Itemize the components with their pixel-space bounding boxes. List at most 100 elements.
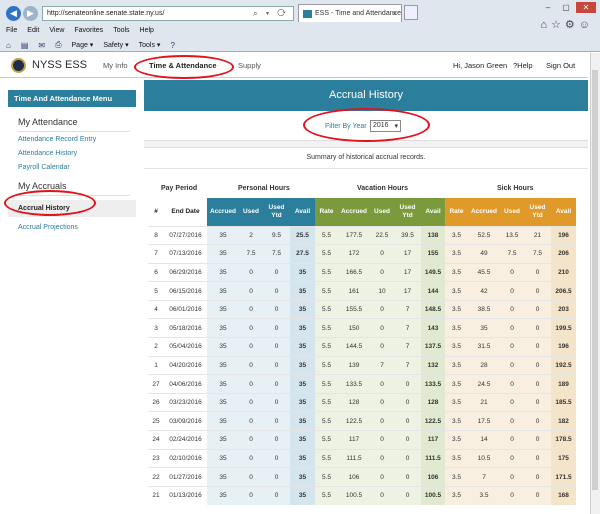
table-cell: 5.5: [315, 281, 338, 301]
table-header-row: # End Date Accrued Used Used Ytd Avail Rate Acc…: [148, 198, 576, 226]
table-cell: 0: [394, 485, 421, 505]
table-cell: 172: [338, 244, 370, 264]
table-cell: 0: [524, 355, 551, 375]
table-cell: 01/13/2016: [164, 485, 207, 505]
table-cell: 3.5: [445, 392, 468, 412]
annotation-ellipse-nav: [134, 55, 234, 79]
browser-tab[interactable]: ESS - Time and Attendance ×: [298, 4, 402, 22]
cmd-safety[interactable]: Safety ▾: [103, 41, 128, 49]
cmd-tools[interactable]: Tools ▾: [139, 41, 161, 49]
table-cell: 100.5: [338, 485, 370, 505]
table-cell: 0: [524, 262, 551, 282]
table-cell: 100.5: [421, 485, 445, 505]
sidebar-item-attendance-record-entry[interactable]: Attendance Record Entry: [18, 136, 136, 143]
table-cell: 21: [468, 392, 500, 412]
table-cell: 22.5: [370, 225, 394, 245]
mail-icon[interactable]: ✉: [38, 41, 45, 50]
tab-close-icon[interactable]: ×: [392, 9, 397, 18]
feeds-icon[interactable]: ▤: [21, 41, 29, 50]
table-cell: 133.5: [421, 374, 445, 394]
table-cell: 22: [148, 467, 164, 487]
menu-tools[interactable]: Tools: [113, 27, 129, 34]
help-link[interactable]: ?Help: [513, 61, 533, 70]
column-header: Used: [239, 198, 263, 226]
table-cell: 3: [148, 318, 164, 338]
table-cell: 35: [290, 485, 315, 505]
table-cell: 0: [239, 485, 263, 505]
forward-arrow-icon[interactable]: ▶: [23, 6, 38, 21]
close-window-icon[interactable]: ✕: [576, 2, 596, 13]
table-cell: 0: [263, 374, 290, 394]
back-arrow-icon[interactable]: ◀: [6, 6, 21, 21]
sidebar-item-attendance-history[interactable]: Attendance History: [18, 150, 136, 157]
nav-my-info[interactable]: My Info: [103, 61, 128, 70]
table-cell: 10: [370, 281, 394, 301]
table-cell: 8: [148, 225, 164, 245]
nav-supply[interactable]: Supply: [238, 61, 261, 70]
table-cell: 35: [207, 262, 239, 282]
table-cell: 206: [551, 244, 576, 264]
cmd-page[interactable]: Page ▾: [72, 41, 94, 49]
table-cell: 06/29/2016: [164, 262, 207, 282]
address-actions-icon[interactable]: ⌕ ▾ ⟳: [253, 9, 289, 19]
table-cell: 13.5: [500, 225, 524, 245]
table-cell: 25: [148, 411, 164, 431]
sidebar-item-payroll-calendar[interactable]: Payroll Calendar: [18, 164, 136, 171]
browser-chrome: ◀ ▶ http://senateonline.senate.state.ny.…: [0, 0, 600, 52]
sign-out-link[interactable]: Sign Out: [546, 61, 575, 70]
menu-help[interactable]: Help: [140, 27, 154, 34]
table-cell: 35: [207, 225, 239, 245]
table-cell: 199.5: [551, 318, 576, 338]
table-cell: 166.5: [338, 262, 370, 282]
table-cell: 210: [551, 262, 576, 282]
table-cell: 04/06/2016: [164, 374, 207, 394]
table-cell: 38.5: [468, 299, 500, 319]
table-cell: 5.5: [315, 299, 338, 319]
menu-file[interactable]: File: [6, 27, 17, 34]
table-cell: 0: [239, 318, 263, 338]
accrual-table: # End Date Accrued Used Used Ytd Avail Rate Acc…: [148, 198, 576, 505]
sidebar: Time And Attendance Menu My Attendance A…: [8, 90, 136, 238]
table-cell: 144.5: [338, 337, 370, 357]
minimize-icon[interactable]: –: [540, 2, 556, 13]
maximize-icon[interactable]: ▢: [558, 2, 574, 13]
scrollbar-thumb[interactable]: [592, 70, 598, 490]
table-cell: 27: [148, 374, 164, 394]
help-icon[interactable]: ?: [170, 41, 174, 50]
print-icon[interactable]: ⎙: [55, 40, 61, 50]
table-cell: 192.5: [551, 355, 576, 375]
table-cell: 0: [500, 430, 524, 450]
menu-edit[interactable]: Edit: [27, 27, 39, 34]
home-icon[interactable]: ⌂: [6, 41, 11, 50]
browser-toolbar-icons[interactable]: ⌂☆⚙☺: [540, 18, 594, 31]
table-cell: 35: [207, 411, 239, 431]
table-cell: 0: [239, 355, 263, 375]
brand-title: NYSS ESS: [32, 59, 88, 71]
table-cell: 35: [207, 485, 239, 505]
table-row: 7 07/13/2016 35 7.5 7.5 27.5 5.5 172 0 17 155 3.5 49…: [148, 244, 576, 264]
table-cell: 4: [148, 299, 164, 319]
table-cell: 35: [207, 467, 239, 487]
table-cell: 3.5: [445, 262, 468, 282]
table-row: 22 01/27/2016 35 0 0 35 5.5 106 0 0 106 3.5 7 0 0 171.5: [148, 467, 576, 487]
table-cell: 9.5: [263, 225, 290, 245]
table-cell: 0: [394, 374, 421, 394]
address-bar[interactable]: http://senateonline.senate.state.ny.us/ …: [42, 6, 294, 21]
table-cell: 35: [468, 318, 500, 338]
table-cell: 148.5: [421, 299, 445, 319]
table-cell: 35: [207, 281, 239, 301]
table-cell: 132: [421, 355, 445, 375]
menu-favorites[interactable]: Favorites: [74, 27, 103, 34]
new-tab-button[interactable]: [404, 5, 418, 20]
table-cell: 0: [370, 299, 394, 319]
table-row: 23 02/10/2016 35 0 0 35 5.5 111.5 0 0 111.5 3.5 10.5…: [148, 448, 576, 468]
table-cell: 31.5: [468, 337, 500, 357]
table-cell: 24.5: [468, 374, 500, 394]
sidebar-item-accrual-projections[interactable]: Accrual Projections: [18, 224, 136, 231]
table-cell: 5.5: [315, 262, 338, 282]
table-cell: 128: [338, 392, 370, 412]
command-bar: ⌂ ▤ ✉ ⎙ Page ▾ Safety ▾ Tools ▾ ?: [6, 40, 175, 50]
table-cell: 133.5: [338, 374, 370, 394]
menu-view[interactable]: View: [49, 27, 64, 34]
app-header: NYSS ESS My Info Time & Attendance Suppl…: [0, 53, 588, 78]
